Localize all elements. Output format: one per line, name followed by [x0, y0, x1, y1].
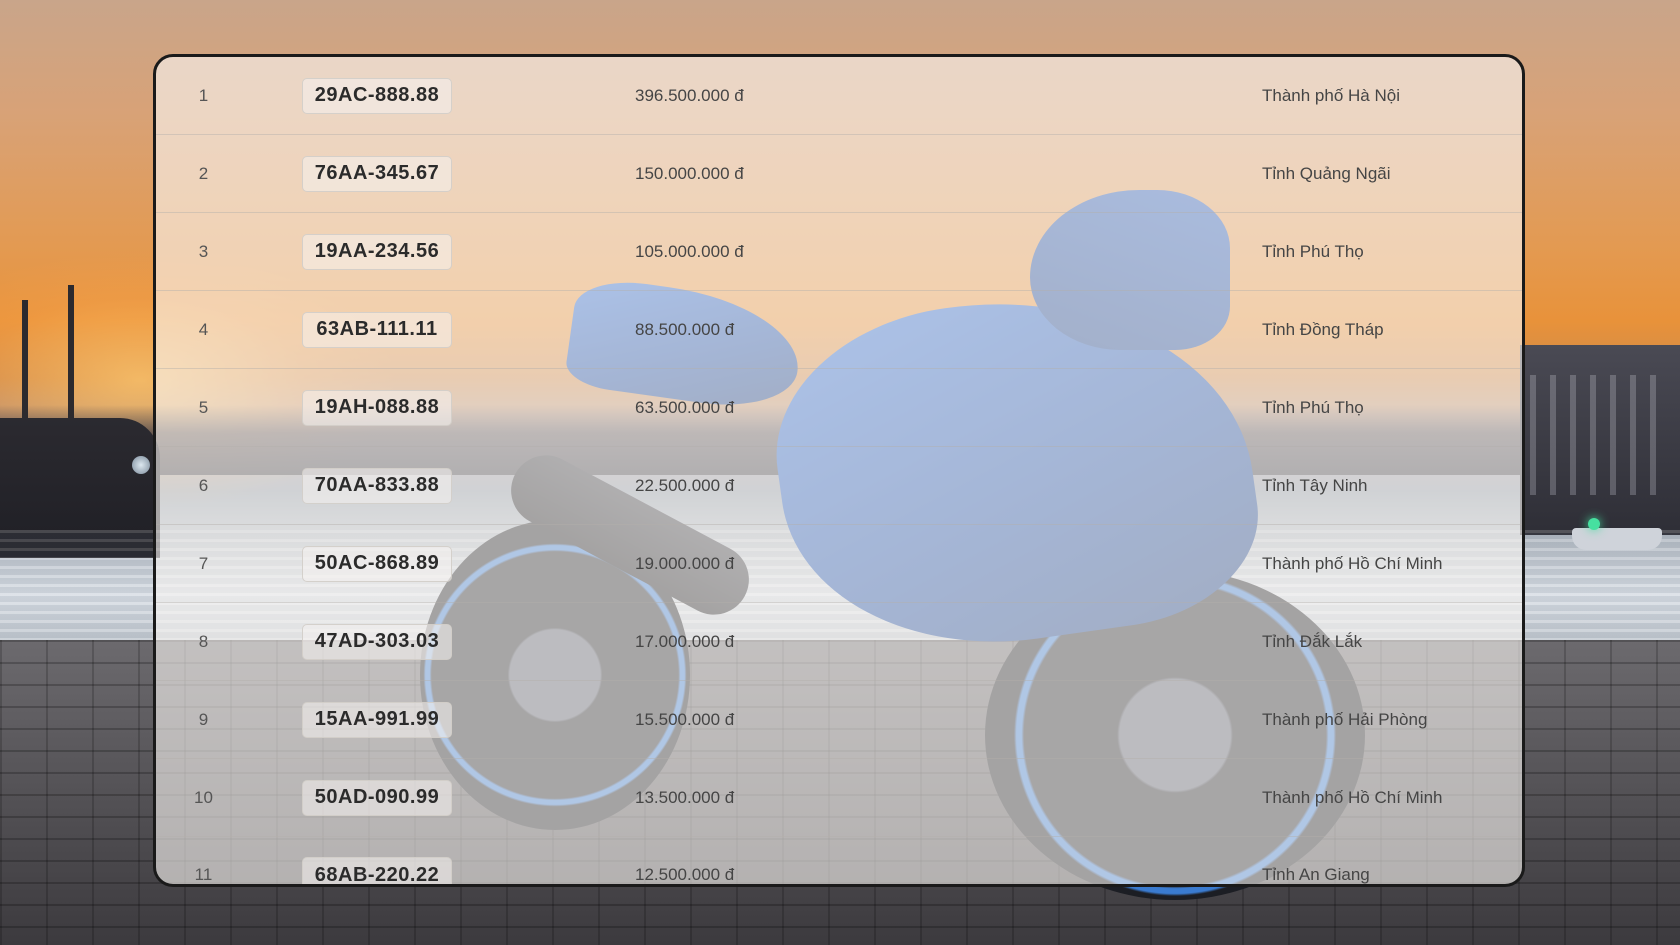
license-plate[interactable]: 63AB-111.11 — [302, 311, 452, 348]
table-row[interactable]: 11 68AB-220.22 12.500.000 đ Tỉnh An Giang — [156, 837, 1522, 884]
province: Thành phố Hồ Chí Minh — [1262, 553, 1443, 573]
auction-price: 12.500.000 đ — [635, 865, 735, 884]
province: Thành phố Hà Nội — [1262, 85, 1400, 105]
license-plate[interactable]: 15AA-991.99 — [302, 701, 452, 738]
row-index: 8 — [198, 631, 209, 651]
province: Tỉnh Đắk Lắk — [1262, 631, 1363, 651]
province: Thành phố Hồ Chí Minh — [1262, 787, 1443, 807]
plate-auction-table: 1 29AC-888.88 396.500.000 đ Thành phố Hà Nộ… — [153, 54, 1525, 887]
province: Tỉnh Phú Thọ — [1262, 241, 1364, 261]
license-plate[interactable]: 76AA-345.67 — [302, 155, 452, 192]
license-plate[interactable]: 70AA-833.88 — [302, 467, 452, 504]
auction-price: 22.500.000 đ — [635, 475, 735, 495]
table-row[interactable]: 8 47AD-303.03 17.000.000 đ Tỉnh Đắk Lắk — [156, 603, 1522, 681]
boat — [1572, 528, 1662, 550]
table-row[interactable]: 2 76AA-345.67 150.000.000 đ Tỉnh Quảng Ngãi — [156, 135, 1522, 213]
table-row[interactable]: 3 19AA-234.56 105.000.000 đ Tỉnh Phú Thọ — [156, 213, 1522, 291]
license-plate[interactable]: 50AD-090.99 — [302, 779, 452, 816]
table-row[interactable]: 9 15AA-991.99 15.500.000 đ Thành phố Hải Ph… — [156, 681, 1522, 759]
row-index: 5 — [198, 397, 209, 417]
building — [1520, 345, 1680, 535]
license-plate[interactable]: 68AB-220.22 — [302, 857, 452, 884]
auction-price: 105.000.000 đ — [635, 241, 744, 261]
table-row[interactable]: 7 50AC-868.89 19.000.000 đ Thành phố Hồ Chí… — [156, 525, 1522, 603]
auction-price: 396.500.000 đ — [635, 85, 744, 105]
row-index: 1 — [198, 85, 209, 105]
row-index: 2 — [198, 163, 209, 183]
table-row[interactable]: 4 63AB-111.11 88.500.000 đ Tỉnh Đồng Tháp — [156, 291, 1522, 369]
auction-price: 13.500.000 đ — [635, 787, 735, 807]
auction-price: 15.500.000 đ — [635, 709, 735, 729]
auction-price: 17.000.000 đ — [635, 631, 735, 651]
license-plate[interactable]: 19AH-088.88 — [302, 389, 452, 426]
province: Thành phố Hải Phòng — [1262, 709, 1428, 729]
table-row[interactable]: 5 19AH-088.88 63.500.000 đ Tỉnh Phú Thọ — [156, 369, 1522, 447]
row-index: 7 — [198, 553, 209, 573]
license-plate[interactable]: 47AD-303.03 — [302, 623, 452, 660]
row-index: 4 — [198, 319, 209, 339]
auction-price: 63.500.000 đ — [635, 397, 735, 417]
lamp-post — [68, 285, 74, 420]
province: Tỉnh Phú Thọ — [1262, 397, 1364, 417]
province: Tỉnh Quảng Ngãi — [1262, 163, 1391, 183]
row-index: 3 — [198, 241, 209, 261]
province: Tỉnh An Giang — [1262, 865, 1370, 884]
lamp-post — [22, 300, 28, 420]
table-row[interactable]: 6 70AA-833.88 22.500.000 đ Tỉnh Tây Ninh — [156, 447, 1522, 525]
street-light-orb — [132, 456, 150, 474]
license-plate[interactable]: 50AC-868.89 — [302, 545, 452, 582]
table-row[interactable]: 10 50AD-090.99 13.500.000 đ Thành phố Hồ Ch… — [156, 759, 1522, 837]
auction-price: 88.500.000 đ — [635, 319, 735, 339]
auction-price: 19.000.000 đ — [635, 553, 735, 573]
boat-light — [1588, 518, 1600, 530]
license-plate[interactable]: 29AC-888.88 — [302, 77, 452, 114]
license-plate[interactable]: 19AA-234.56 — [302, 233, 452, 270]
row-index: 6 — [198, 475, 209, 495]
auction-price: 150.000.000 đ — [635, 163, 744, 183]
province: Tỉnh Đồng Tháp — [1262, 319, 1384, 339]
table-row[interactable]: 1 29AC-888.88 396.500.000 đ Thành phố Hà Nộ… — [156, 57, 1522, 135]
row-index: 10 — [194, 787, 213, 807]
row-index: 9 — [198, 709, 209, 729]
province: Tỉnh Tây Ninh — [1262, 475, 1368, 495]
row-index: 11 — [194, 865, 213, 884]
